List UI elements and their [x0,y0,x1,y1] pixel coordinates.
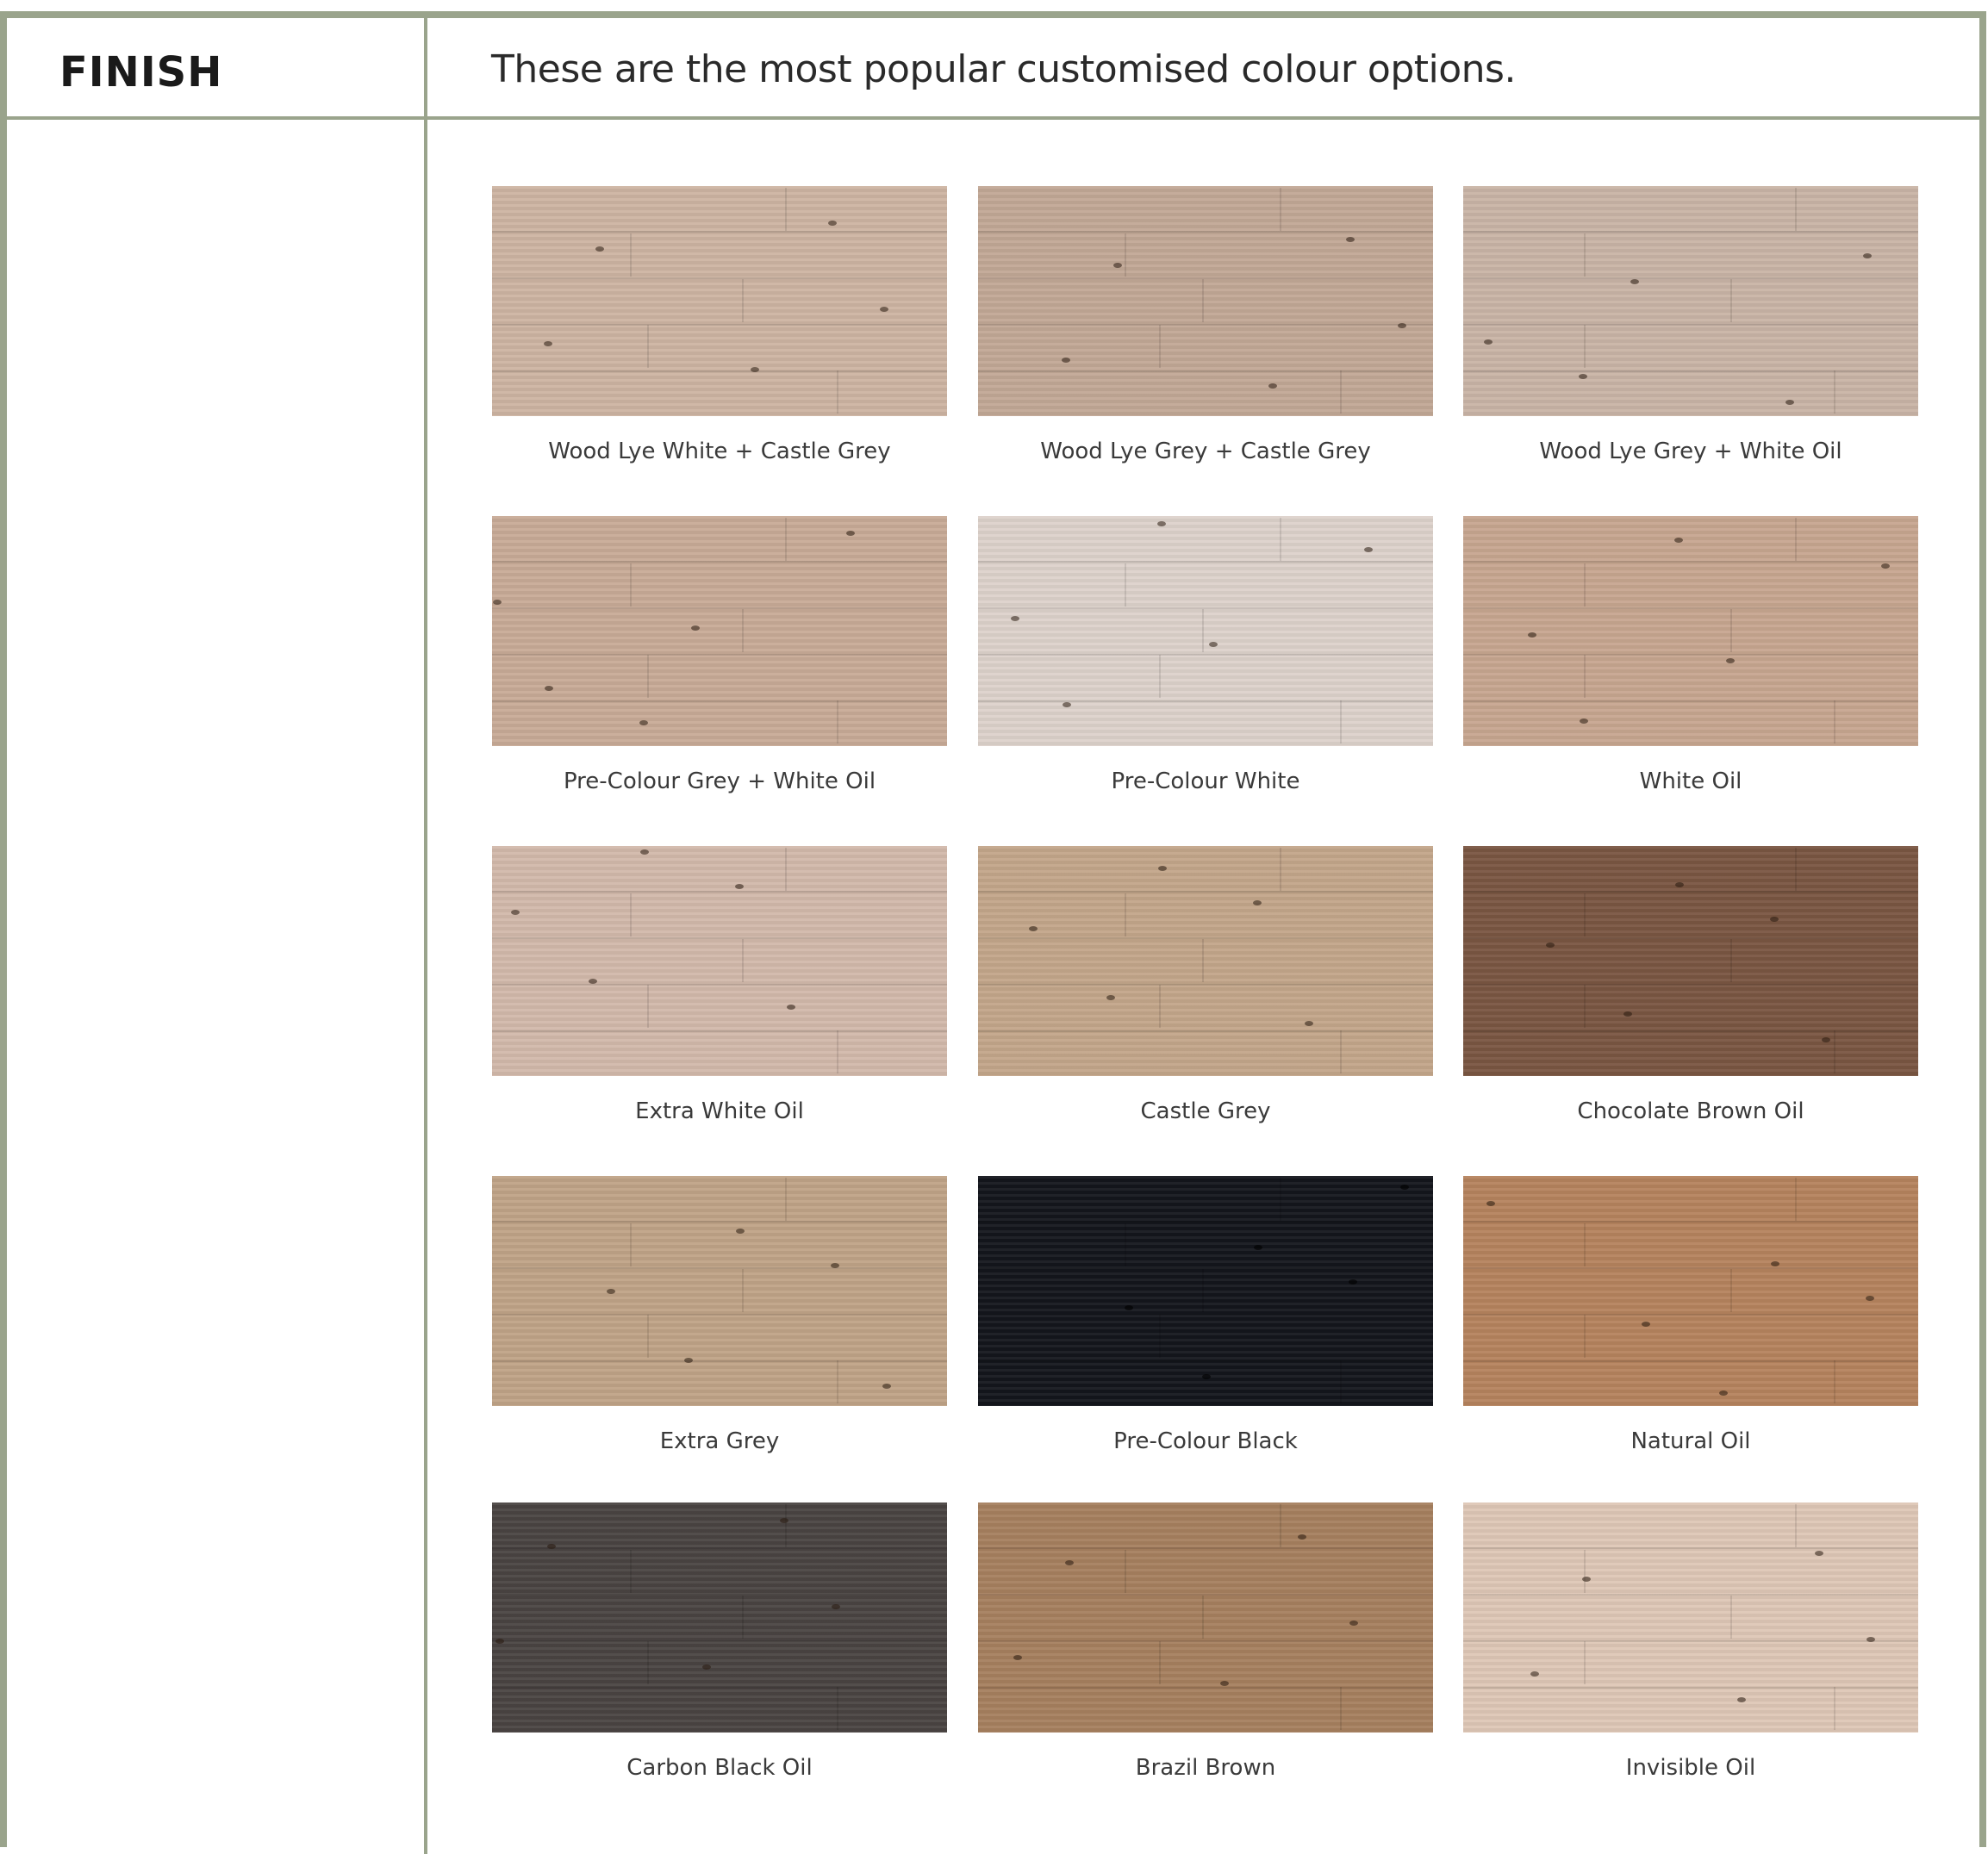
swatch-image [978,846,1433,1076]
swatch-caption: Natural Oil [1630,1428,1751,1454]
swatch-tile: Pre-Colour Grey + White Oil [492,516,947,794]
swatch-tile: Carbon Black Oil [492,1502,947,1781]
swatch-caption: Pre-Colour White [1111,768,1300,794]
swatch-tile: Castle Grey [978,846,1433,1124]
swatch-caption: Invisible Oil [1625,1755,1756,1781]
swatch-image [1463,1502,1918,1733]
swatch-image [978,1176,1433,1406]
swatch-caption: Carbon Black Oil [626,1755,813,1781]
swatch-image [492,1502,947,1733]
swatch-caption: Wood Lye Grey + Castle Grey [1040,439,1371,464]
swatch-image [492,516,947,746]
swatch-caption: Wood Lye White + Castle Grey [548,439,891,464]
swatch-caption: Brazil Brown [1135,1755,1276,1781]
swatch-caption: White Oil [1639,768,1742,794]
swatch-tile: Invisible Oil [1463,1502,1918,1781]
swatch-caption: Castle Grey [1140,1098,1271,1124]
swatch-image [978,516,1433,746]
swatch-caption: Extra White Oil [635,1098,804,1124]
swatch-tile: White Oil [1463,516,1918,794]
swatch-image [978,1502,1433,1733]
swatch-caption: Wood Lye Grey + White Oil [1539,439,1842,464]
swatch-image [1463,1176,1918,1406]
swatch-image [1463,846,1918,1076]
swatch-tile: Extra Grey [492,1176,947,1454]
swatch-caption: Extra Grey [659,1428,780,1454]
swatch-image [978,186,1433,416]
swatch-tile: Extra White Oil [492,846,947,1124]
swatch-tile: Wood Lye Grey + Castle Grey [978,186,1433,464]
section-header: These are the most popular customised co… [491,47,1516,91]
swatch-tile: Pre-Colour Black [978,1176,1433,1454]
swatch-tile: Brazil Brown [978,1502,1433,1781]
column-divider [424,18,427,1854]
swatch-tile: Pre-Colour White [978,516,1433,794]
swatch-image [492,1176,947,1406]
section-label: FINISH [59,48,223,96]
swatch-caption: Chocolate Brown Oil [1577,1098,1804,1124]
swatch-tile: Wood Lye Grey + White Oil [1463,186,1918,464]
swatch-image [492,846,947,1076]
swatch-tile: Wood Lye White + Castle Grey [492,186,947,464]
swatch-image [1463,186,1918,416]
swatch-caption: Pre-Colour Grey + White Oil [563,768,876,794]
swatch-caption: Pre-Colour Black [1113,1428,1298,1454]
swatch-image [1463,516,1918,746]
row-divider [7,116,1986,120]
swatch-tile: Chocolate Brown Oil [1463,846,1918,1124]
swatch-image [492,186,947,416]
swatch-tile: Natural Oil [1463,1176,1918,1454]
